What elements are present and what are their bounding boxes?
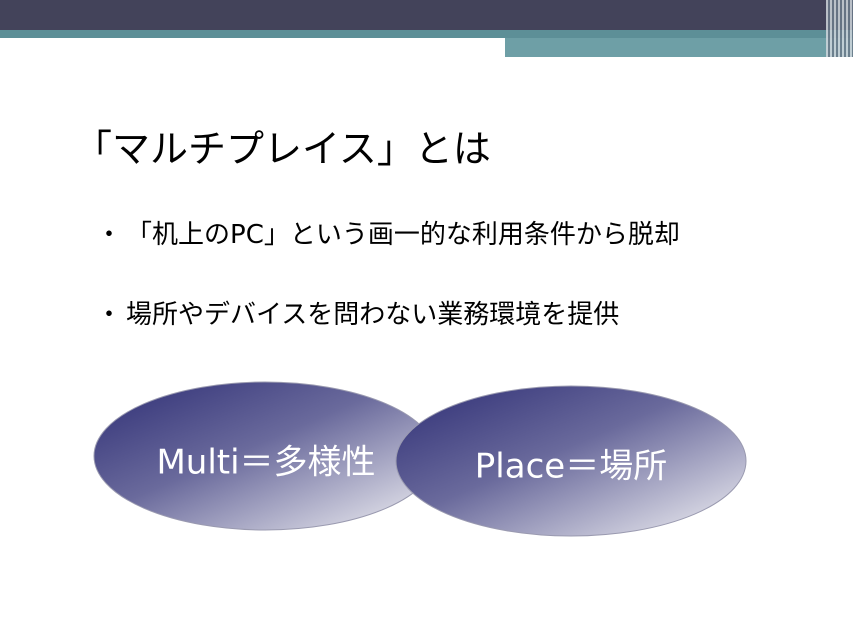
header-teal-bar [505, 38, 853, 57]
bullet-marker: ・ [96, 300, 123, 330]
ellipse-label-multi: Multi＝多様性 [156, 442, 376, 483]
slide: 「マルチプレイス」とは ・「机上のPC」という画一的な利用条件から脱却 ・場所や… [0, 0, 853, 640]
bullet-item: ・場所やデバイスを問わない業務環境を提供 [96, 294, 619, 331]
header-teal-line [0, 30, 853, 38]
header-stripes [826, 0, 853, 57]
bullet-text: 「机上のPC」という画一的な利用条件から脱却 [126, 220, 680, 250]
header-dark-band [0, 0, 853, 30]
ellipse-label-place: Place＝場所 [474, 446, 668, 487]
bullet-text: 場所やデバイスを問わない業務環境を提供 [126, 300, 620, 330]
bullet-marker: ・ [96, 220, 123, 250]
bullet-item: ・「机上のPC」という画一的な利用条件から脱却 [96, 214, 680, 251]
slide-title: 「マルチプレイス」とは [74, 127, 491, 171]
